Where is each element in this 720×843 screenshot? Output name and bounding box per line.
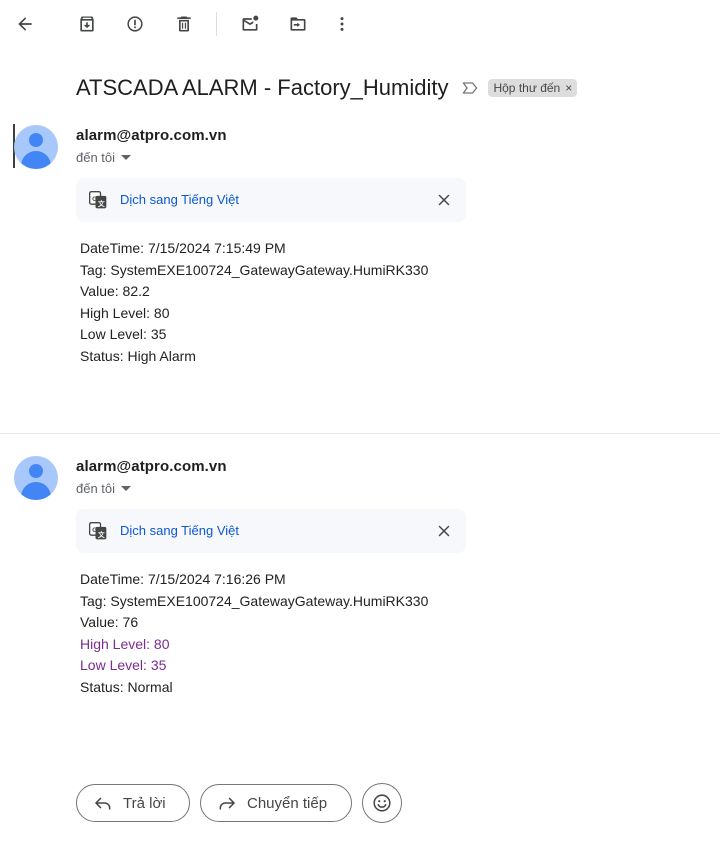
message-body: DateTime: 7/15/2024 7:15:49 PM Tag: Syst… <box>80 238 428 368</box>
importance-marker-icon[interactable] <box>460 78 480 98</box>
translate-bar: G 文 Dịch sang Tiếng Việt <box>76 178 466 222</box>
email-message: alarm@atpro.com.vn đến tôi G 文 Dịch sang… <box>0 118 720 432</box>
close-icon <box>438 525 450 537</box>
toolbar-separator <box>216 12 217 36</box>
mark-unread-button[interactable] <box>234 8 266 40</box>
sender-avatar[interactable] <box>14 125 58 169</box>
body-line-tag: Tag: SystemEXE100724_GatewayGateway.Humi… <box>80 592 429 609</box>
body-line-value: Value: 76 <box>80 614 139 631</box>
inbox-label-text: Hộp thư đến <box>493 81 561 95</box>
translate-link[interactable]: Dịch sang Tiếng Việt <box>120 523 239 538</box>
svg-text:文: 文 <box>98 530 105 539</box>
back-button[interactable] <box>9 8 41 40</box>
chevron-down-icon <box>121 486 132 491</box>
recipient-details-toggle[interactable]: đến tôi <box>76 481 132 496</box>
recipient-label: đến tôi <box>76 481 116 496</box>
message-body: DateTime: 7/15/2024 7:16:26 PM Tag: Syst… <box>80 569 428 699</box>
recipient-details-toggle[interactable]: đến tôi <box>76 150 132 165</box>
body-line-value: Value: 82.2 <box>80 283 150 300</box>
body-line-tag: Tag: SystemEXE100724_GatewayGateway.Humi… <box>80 261 429 278</box>
report-spam-icon <box>127 16 143 32</box>
body-line-status: Status: Normal <box>80 678 173 695</box>
archive-button[interactable] <box>71 8 103 40</box>
translate-icon: G 文 <box>89 191 107 209</box>
smiley-icon <box>373 794 391 812</box>
inbox-label-chip[interactable]: Hộp thư đến × <box>488 79 578 97</box>
email-message: alarm@atpro.com.vn đến tôi G 文 Dịch sang… <box>0 434 720 734</box>
move-to-icon <box>290 17 306 31</box>
forward-button[interactable]: Chuyển tiếp <box>200 784 352 822</box>
reply-button[interactable]: Trả lời <box>76 784 190 822</box>
svg-text:文: 文 <box>98 199 105 208</box>
toolbar <box>0 0 720 48</box>
body-line-status: Status: High Alarm <box>80 347 196 364</box>
mark-unread-icon <box>242 15 259 31</box>
more-vert-icon <box>340 17 344 31</box>
body-line-datetime: DateTime: 7/15/2024 7:16:26 PM <box>80 571 286 587</box>
sender-email[interactable]: alarm@atpro.com.vn <box>76 458 227 475</box>
back-arrow-icon <box>18 17 32 31</box>
email-subject: ATSCADA ALARM - Factory_Humidity <box>76 75 449 100</box>
subject-row: ATSCADA ALARM - Factory_Humidity Hộp thư… <box>76 72 578 104</box>
close-translate-button[interactable] <box>434 190 454 210</box>
body-line-high-level: High Level: 80 <box>80 304 170 321</box>
forward-label: Chuyển tiếp <box>247 794 328 812</box>
translate-bar: G 文 Dịch sang Tiếng Việt <box>76 509 466 553</box>
reply-label: Trả lời <box>123 794 166 812</box>
delete-icon <box>177 16 191 32</box>
svg-text:G: G <box>92 196 97 203</box>
archive-icon <box>80 16 94 32</box>
body-line-low-level: Low Level: 35 <box>80 326 167 343</box>
sender-email[interactable]: alarm@atpro.com.vn <box>76 127 227 144</box>
reply-icon <box>95 797 111 810</box>
report-spam-button[interactable] <box>119 8 151 40</box>
emoji-reaction-button[interactable] <box>362 783 402 823</box>
move-to-button[interactable] <box>282 8 314 40</box>
recipient-label: đến tôi <box>76 150 116 165</box>
svg-text:G: G <box>92 527 97 534</box>
close-icon <box>438 194 450 206</box>
sender-avatar[interactable] <box>14 456 58 500</box>
reply-actions: Trả lời Chuyển tiếp <box>76 783 402 823</box>
remove-label-icon[interactable]: × <box>565 81 572 95</box>
close-translate-button[interactable] <box>434 521 454 541</box>
body-line-high-level: High Level: 80 <box>80 635 170 652</box>
translate-link[interactable]: Dịch sang Tiếng Việt <box>120 192 239 207</box>
chevron-down-icon <box>121 155 132 160</box>
body-line-datetime: DateTime: 7/15/2024 7:15:49 PM <box>80 240 286 256</box>
body-line-low-level: Low Level: 35 <box>80 657 167 674</box>
more-options-button[interactable] <box>326 8 358 40</box>
forward-icon <box>219 797 235 810</box>
delete-button[interactable] <box>168 8 200 40</box>
translate-icon: G 文 <box>89 522 107 540</box>
